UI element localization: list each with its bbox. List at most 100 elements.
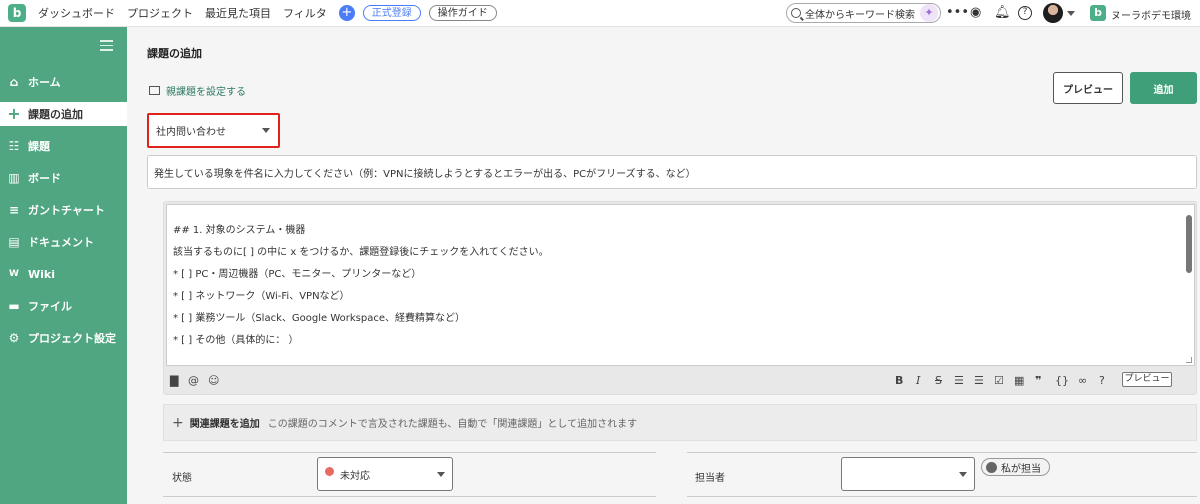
chevron-down-icon[interactable] (1067, 11, 1075, 16)
set-parent-issue-link[interactable]: 親課題を設定する (149, 83, 246, 98)
sidebar-item-label: ガントチャート (28, 204, 105, 217)
space-logo[interactable]: b (1090, 5, 1106, 21)
avatar[interactable] (1043, 3, 1063, 23)
editor-line: * [ ] ネットワーク（Wi-Fi、VPNなど） (173, 291, 350, 302)
app-logo[interactable]: b (8, 4, 26, 22)
add-related-issue[interactable]: + 関連課題を追加 この課題のコメントで言及された課題も、自動で「関連課題」とし… (163, 404, 1197, 441)
sidebar-item-files[interactable]: ▬ ファイル (0, 294, 127, 318)
mention-icon[interactable]: @ (188, 374, 199, 387)
help-icon[interactable]: ? (1099, 374, 1105, 387)
nav-projects[interactable]: プロジェクト (127, 5, 193, 21)
board-icon: ▥ (8, 171, 20, 185)
assign-me-label: 私が担当 (1001, 463, 1041, 475)
sidebar-item-label: 課題 (28, 140, 50, 153)
assignee-select[interactable] (841, 457, 975, 491)
numbered-list-icon[interactable]: ☰ (974, 374, 984, 387)
sidebar-item-home[interactable]: ⌂ ホーム (0, 70, 127, 94)
status-value: 未対応 (340, 470, 370, 482)
nav-recent[interactable]: 最近見た項目 (205, 5, 271, 21)
chevron-down-icon (437, 472, 445, 477)
add-button[interactable]: 追加 (1130, 72, 1197, 104)
help-icon[interactable]: ? (1018, 6, 1032, 20)
italic-icon[interactable]: I (916, 374, 920, 387)
sidebar-item-issues[interactable]: ☷ 課題 (0, 134, 127, 158)
plus-icon: + (172, 414, 184, 431)
editor-preview-button[interactable]: プレビュー (1122, 372, 1172, 387)
menu-icon[interactable] (100, 40, 113, 54)
plus-icon: + (7, 104, 21, 123)
editor-line: ## 1. 対象のシステム・機器 (173, 225, 306, 236)
sidebar-item-label: Wiki (28, 267, 55, 281)
gantt-icon: ≡ (8, 203, 20, 217)
bold-icon[interactable]: B (895, 374, 903, 387)
sidebar-item-board[interactable]: ▥ ボード (0, 166, 127, 190)
folder-icon: ▬ (8, 299, 20, 313)
sidebar-item-gantt[interactable]: ≡ ガントチャート (0, 198, 127, 222)
subject-input[interactable]: 発生している現象を件名に入力してください（例：VPNに接続しようとするとエラーが… (147, 155, 1197, 189)
preview-button[interactable]: プレビュー (1053, 72, 1123, 104)
sidebar-item-add-issue[interactable]: + 課題の追加 (0, 102, 127, 126)
editor-line: * [ ] 業務ツール（Slack、Google Workspace、経費精算な… (173, 313, 465, 324)
register-button[interactable]: 正式登録 (362, 5, 421, 21)
status-select[interactable]: 未対応 (317, 457, 453, 491)
plus-icon[interactable]: + (338, 5, 355, 21)
divider (163, 452, 656, 453)
main-content: 課題の追加 親課題を設定する プレビュー 追加 社内問い合わせ 発生している現象… (127, 27, 1200, 504)
divider (163, 496, 656, 497)
status-label: 状態 (172, 473, 192, 484)
sidebar-item-label: ホーム (28, 76, 61, 89)
nav-filter[interactable]: フィルタ (283, 5, 327, 21)
search-input[interactable]: 全体からキーワード検索 (786, 3, 941, 23)
editor-scrollbar[interactable] (1186, 215, 1192, 273)
user-icon (986, 461, 997, 473)
divider (687, 452, 1197, 453)
guide-button[interactable]: 操作ガイド (428, 5, 497, 21)
description-editor: ## 1. 対象のシステム・機器 該当するものに[ ] の中に x をつけるか、… (163, 201, 1197, 395)
list-icon: ☷ (8, 139, 20, 153)
sidebar-item-label: ドキュメント (28, 236, 94, 249)
bullet-list-icon[interactable]: ☰ (954, 374, 964, 387)
gear-icon: ⚙ (8, 331, 20, 345)
search-icon (791, 8, 801, 18)
sidebar-item-label: ボード (28, 172, 61, 185)
more-icon[interactable]: ••• (946, 5, 969, 20)
sidebar-item-project-settings[interactable]: ⚙ プロジェクト設定 (0, 326, 127, 350)
subject-placeholder: 発生している現象を件名に入力してください（例：VPNに接続しようとするとエラーが… (154, 168, 696, 180)
home-icon: ⌂ (9, 75, 19, 89)
code-icon[interactable]: {} (1055, 374, 1069, 387)
divider (687, 496, 1197, 497)
editor-line: * [ ] PC・周辺機器（PC、モニター、プリンターなど） (173, 269, 422, 280)
sidebar-item-documents[interactable]: ▤ ドキュメント (0, 230, 127, 254)
issue-type-select[interactable]: 社内問い合わせ (147, 113, 280, 148)
description-textarea[interactable]: ## 1. 対象のシステム・機器 該当するものに[ ] の中に x をつけるか、… (166, 204, 1195, 366)
link-icon[interactable]: ∞ (1078, 374, 1087, 387)
table-icon[interactable]: ▦ (1014, 374, 1024, 387)
wiki-icon: W (9, 269, 19, 279)
chevron-down-icon (262, 128, 270, 133)
sidebar-item-label: 課題の追加 (28, 108, 83, 121)
document-icon: ▤ (8, 235, 20, 249)
space-name[interactable]: ヌーラボデモ環境 (1111, 7, 1191, 22)
nav-dashboard[interactable]: ダッシュボード (38, 5, 115, 21)
bell-icon[interactable]: 🔔︎ (994, 5, 1011, 20)
sidebar: ⌂ ホーム + 課題の追加 ☷ 課題 ▥ ボード ≡ ガントチャート ▤ ドキュ… (0, 27, 127, 504)
strikethrough-icon[interactable]: S (935, 374, 942, 387)
template-icon[interactable]: ▇ (170, 374, 178, 387)
assign-me-button[interactable]: 私が担当 (981, 458, 1050, 476)
resize-handle[interactable] (1186, 357, 1192, 363)
page-title: 課題の追加 (147, 47, 202, 60)
checklist-icon[interactable]: ☑ (994, 374, 1004, 387)
ai-assistant-icon[interactable]: ✦ (920, 4, 938, 22)
issue-type-value: 社内問い合わせ (156, 127, 226, 138)
sidebar-item-wiki[interactable]: W Wiki (0, 262, 127, 286)
quote-icon[interactable]: ❞ (1035, 374, 1041, 387)
parent-link-label: 親課題を設定する (166, 87, 246, 98)
search-placeholder: 全体からキーワード検索 (805, 9, 915, 21)
emoji-icon[interactable]: ☺ (208, 374, 219, 387)
watch-icon[interactable]: ◉ (970, 5, 981, 20)
chevron-down-icon (959, 472, 967, 477)
sidebar-item-label: プロジェクト設定 (28, 332, 116, 345)
sidebar-item-label: ファイル (28, 300, 72, 313)
related-label: 関連課題を追加 (189, 419, 260, 430)
editor-line: 該当するものに[ ] の中に x をつけるか、課題登録後にチェックを入れてくださ… (173, 247, 549, 258)
